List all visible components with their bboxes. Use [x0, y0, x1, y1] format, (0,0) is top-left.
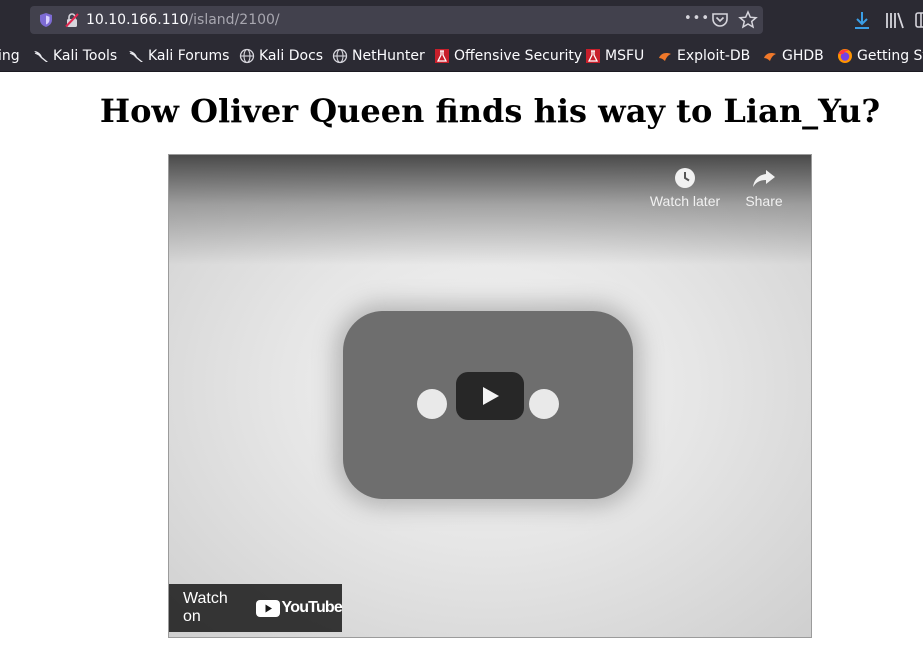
exploitdb-bug-icon [764, 53, 776, 61]
globe-icon [332, 48, 348, 64]
share-label: Share [745, 193, 783, 209]
youtube-logo: YouTube [255, 599, 343, 617]
play-icon [483, 387, 499, 405]
bookmark-label: Exploit-DB [677, 48, 751, 64]
bookmark-label: Kali Forums [148, 48, 230, 64]
url-bar[interactable]: 10.10.166.110/island/2100/ ••• [30, 6, 763, 34]
bookmark-exploit-db[interactable]: Exploit-DB [657, 47, 750, 65]
share-arrow-icon [753, 170, 775, 187]
sidebar-toggle-icon[interactable] [914, 10, 923, 30]
thumbnail-dot-left [417, 389, 447, 419]
firefox-icon [838, 49, 852, 63]
watch-later-label: Watch later [649, 193, 721, 209]
url-host: 10.10.166.110 [86, 12, 189, 28]
globe-icon [239, 48, 255, 64]
bookmark-label: Getting St [857, 48, 923, 64]
library-icon[interactable] [884, 10, 906, 30]
browser-toolbar: 10.10.166.110/island/2100/ ••• [0, 0, 923, 40]
bookmark-label: ing [0, 48, 20, 64]
insecure-lock-icon[interactable] [64, 12, 80, 28]
bookmark-nethunter[interactable]: NetHunter [332, 47, 425, 65]
page-title: How Oliver Queen finds his way to Lian_Y… [99, 92, 881, 130]
exploitdb-bug-icon [659, 53, 671, 61]
bookmark-kali-forums[interactable]: Kali Forums [128, 47, 229, 65]
watch-later-button[interactable]: Watch later [647, 167, 723, 209]
bookmark-star-icon[interactable] [738, 10, 758, 30]
bookmark-getting-started[interactable]: Getting St [837, 47, 923, 65]
bookmark-label: GHDB [782, 48, 824, 64]
download-icon[interactable] [852, 10, 872, 30]
bookmark-label: Kali Docs [259, 48, 324, 64]
pocket-icon[interactable] [711, 11, 729, 29]
watch-on-youtube-button[interactable]: Watch on YouTube [169, 584, 343, 632]
bookmark-kali-tools[interactable]: Kali Tools [33, 47, 117, 65]
bookmark-ghdb[interactable]: GHDB [762, 47, 824, 65]
youtube-video-embed[interactable]: Watch later Share Watch on YouTube [168, 154, 812, 638]
clock-icon [675, 168, 695, 188]
bookmark-label: NetHunter [352, 48, 425, 64]
play-button[interactable] [456, 372, 524, 420]
bookmark-msfu[interactable]: MSFU [585, 47, 644, 65]
bookmark-label: Kali Tools [53, 48, 118, 64]
bookmarks-toolbar: ing Kali Tools Kali Forums Kali Docs Net… [0, 40, 923, 72]
bookmark-item[interactable]: ing [0, 47, 20, 65]
bookmark-offensive-security[interactable]: Offensive Security [434, 47, 582, 65]
share-button[interactable]: Share [737, 167, 791, 209]
bookmark-label: MSFU [605, 48, 645, 64]
tracking-protection-shield-icon[interactable] [38, 12, 54, 28]
bookmark-label: Offensive Security [454, 48, 583, 64]
bookmark-kali-docs[interactable]: Kali Docs [239, 47, 323, 65]
offsec-flask-icon [586, 49, 600, 63]
url-text[interactable]: 10.10.166.110/island/2100/ [86, 11, 280, 29]
youtube-play-logo-icon [255, 599, 280, 617]
url-path: /island/2100/ [188, 12, 280, 28]
watch-on-label: Watch on [183, 590, 228, 625]
thumbnail-dot-right [529, 389, 559, 419]
youtube-logo-text: YouTube [281, 599, 343, 616]
kali-dragon-icon [129, 51, 143, 62]
page-actions-menu-button[interactable]: ••• [684, 11, 710, 26]
offsec-flask-icon [435, 49, 449, 63]
kali-dragon-icon [34, 51, 48, 62]
